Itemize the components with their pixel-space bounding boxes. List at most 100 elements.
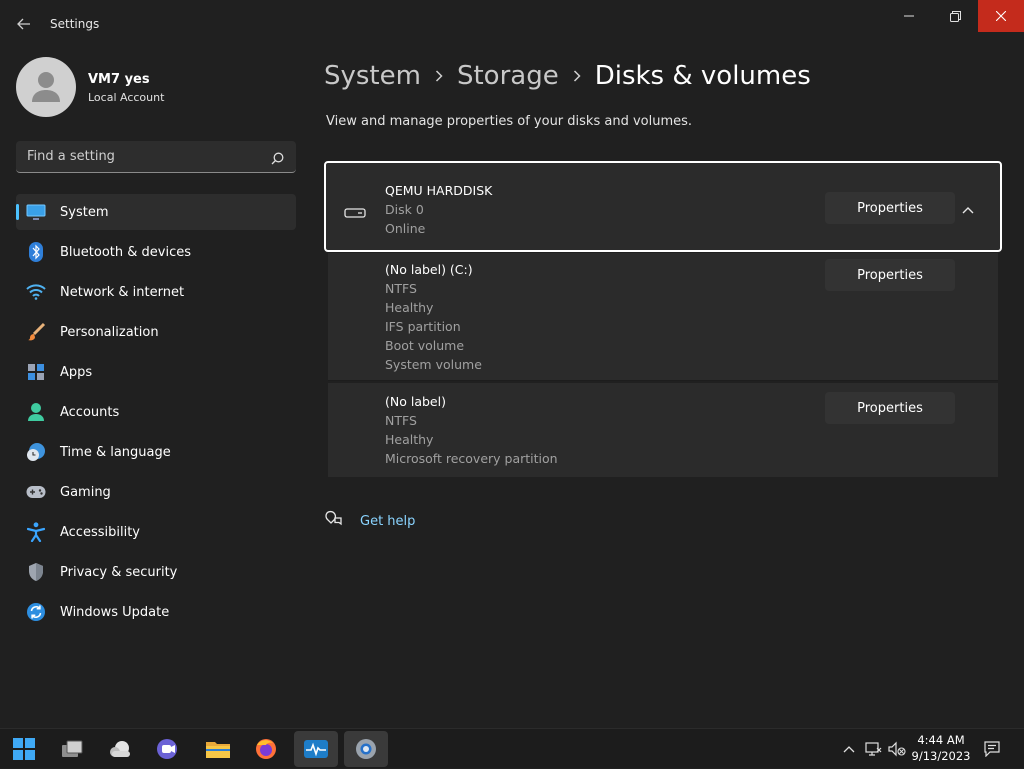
sidebar-item-windows-update[interactable]: Windows Update bbox=[16, 594, 296, 630]
clock-time: 4:44 AM bbox=[917, 733, 965, 747]
active-indicator bbox=[16, 204, 19, 220]
notification-icon bbox=[984, 741, 1000, 757]
account-type: Local Account bbox=[88, 91, 165, 104]
volume-properties-button[interactable]: Properties bbox=[825, 259, 955, 291]
help-icon bbox=[324, 510, 344, 532]
disk-properties-button[interactable]: Properties bbox=[825, 192, 955, 224]
brush-icon bbox=[26, 322, 46, 342]
monitor-icon bbox=[26, 202, 46, 222]
volume-title: (No label) bbox=[385, 394, 446, 409]
clock-globe-icon bbox=[26, 442, 46, 462]
close-icon bbox=[996, 11, 1006, 21]
clock[interactable]: 4:44 AM 9/13/2023 bbox=[906, 732, 976, 764]
sidebar-item-label: Time & language bbox=[60, 444, 171, 460]
sidebar-nav: System Bluetooth & devices Network & int… bbox=[16, 194, 296, 634]
sidebar-item-accounts[interactable]: Accounts bbox=[16, 394, 296, 430]
chat-icon bbox=[157, 739, 177, 759]
volume-detail: IFS partition bbox=[385, 319, 461, 334]
firefox-button[interactable] bbox=[244, 731, 288, 767]
sidebar-item-label: Accessibility bbox=[60, 524, 140, 540]
widgets-icon bbox=[110, 741, 130, 757]
widgets-button[interactable] bbox=[98, 731, 142, 767]
search-box[interactable] bbox=[16, 141, 296, 173]
sidebar-item-personalization[interactable]: Personalization bbox=[16, 314, 296, 350]
get-help-link[interactable]: Get help bbox=[324, 510, 415, 532]
sidebar-item-time-language[interactable]: Time & language bbox=[16, 434, 296, 470]
shield-icon bbox=[26, 562, 46, 582]
avatar[interactable] bbox=[16, 57, 76, 117]
breadcrumb-system[interactable]: System bbox=[324, 61, 421, 91]
file-explorer-button[interactable] bbox=[196, 731, 240, 767]
breadcrumb: System Storage Disks & volumes bbox=[324, 58, 811, 94]
sidebar-item-gaming[interactable]: Gaming bbox=[16, 474, 296, 510]
settings-taskbar-button[interactable] bbox=[344, 731, 388, 767]
taskbar: 4:44 AM 9/13/2023 bbox=[0, 728, 1024, 768]
apps-icon bbox=[26, 362, 46, 382]
sidebar-item-label: Network & internet bbox=[60, 284, 185, 300]
sidebar-item-accessibility[interactable]: Accessibility bbox=[16, 514, 296, 550]
page-description: View and manage properties of your disks… bbox=[326, 114, 693, 129]
minimize-button[interactable] bbox=[886, 0, 932, 32]
search-input[interactable] bbox=[16, 141, 266, 172]
back-button[interactable] bbox=[12, 12, 36, 36]
volume-row: (No label) NTFS Healthy Microsoft recove… bbox=[328, 383, 998, 477]
chevron-up-icon[interactable] bbox=[962, 199, 974, 218]
user-icon bbox=[32, 72, 60, 102]
disk-card[interactable]: QEMU HARDDISK Disk 0 Online Properties bbox=[324, 161, 1002, 252]
volume-info: (No label) NTFS Healthy Microsoft recove… bbox=[385, 392, 558, 468]
network-status-button[interactable] bbox=[862, 729, 884, 769]
notifications-button[interactable] bbox=[980, 729, 1004, 769]
sidebar-item-apps[interactable]: Apps bbox=[16, 354, 296, 390]
update-icon bbox=[26, 602, 46, 622]
volume-detail: NTFS bbox=[385, 413, 417, 428]
sidebar-item-privacy-security[interactable]: Privacy & security bbox=[16, 554, 296, 590]
sidebar-item-label: Apps bbox=[60, 364, 93, 380]
close-button[interactable] bbox=[978, 0, 1024, 32]
chevron-right-icon bbox=[435, 70, 443, 82]
settings-icon bbox=[356, 739, 376, 759]
get-help-label[interactable]: Get help bbox=[360, 514, 415, 529]
disk-info: QEMU HARDDISK Disk 0 Online bbox=[385, 181, 492, 238]
gamepad-icon bbox=[26, 482, 46, 502]
volume-title: (No label) (C:) bbox=[385, 262, 473, 277]
sidebar-item-network[interactable]: Network & internet bbox=[16, 274, 296, 310]
app-title: Settings bbox=[50, 17, 100, 31]
speaker-muted-icon bbox=[888, 741, 906, 757]
task-view-icon bbox=[62, 740, 83, 757]
activity-monitor-icon bbox=[304, 740, 328, 758]
user-name: VM7 yes bbox=[88, 72, 150, 87]
start-button[interactable] bbox=[2, 731, 46, 767]
sidebar-item-label: Windows Update bbox=[60, 604, 170, 620]
disk-number: Disk 0 bbox=[385, 202, 424, 217]
search-icon[interactable] bbox=[271, 150, 284, 169]
person-icon bbox=[26, 402, 46, 422]
network-icon bbox=[865, 742, 882, 756]
breadcrumb-storage[interactable]: Storage bbox=[457, 61, 559, 91]
volume-button[interactable] bbox=[886, 729, 908, 769]
disk-status: Online bbox=[385, 221, 426, 236]
sidebar-item-label: Privacy & security bbox=[60, 564, 178, 580]
volume-detail: System volume bbox=[385, 357, 482, 372]
wifi-icon bbox=[26, 282, 46, 302]
sidebar-item-bluetooth[interactable]: Bluetooth & devices bbox=[16, 234, 296, 270]
chevron-right-icon bbox=[573, 70, 581, 82]
volume-detail: Healthy bbox=[385, 432, 434, 447]
sidebar-item-system[interactable]: System bbox=[16, 194, 296, 230]
page-title: Disks & volumes bbox=[594, 61, 811, 91]
show-hidden-icons-button[interactable] bbox=[838, 729, 860, 769]
chat-button[interactable] bbox=[146, 731, 190, 767]
back-arrow-icon bbox=[17, 18, 30, 30]
start-icon bbox=[13, 738, 35, 760]
volume-row: (No label) (C:) NTFS Healthy IFS partiti… bbox=[328, 253, 998, 381]
activity-monitor-button[interactable] bbox=[294, 731, 338, 767]
firefox-icon bbox=[256, 739, 276, 759]
minimize-icon bbox=[904, 15, 914, 17]
title-bar: Settings bbox=[0, 0, 1024, 48]
disk-name: QEMU HARDDISK bbox=[385, 183, 493, 198]
restore-button[interactable] bbox=[932, 0, 978, 32]
volume-detail: Healthy bbox=[385, 300, 434, 315]
sidebar-item-label: Accounts bbox=[60, 404, 120, 420]
file-explorer-icon bbox=[206, 742, 230, 758]
task-view-button[interactable] bbox=[50, 731, 94, 767]
volume-properties-button[interactable]: Properties bbox=[825, 392, 955, 424]
